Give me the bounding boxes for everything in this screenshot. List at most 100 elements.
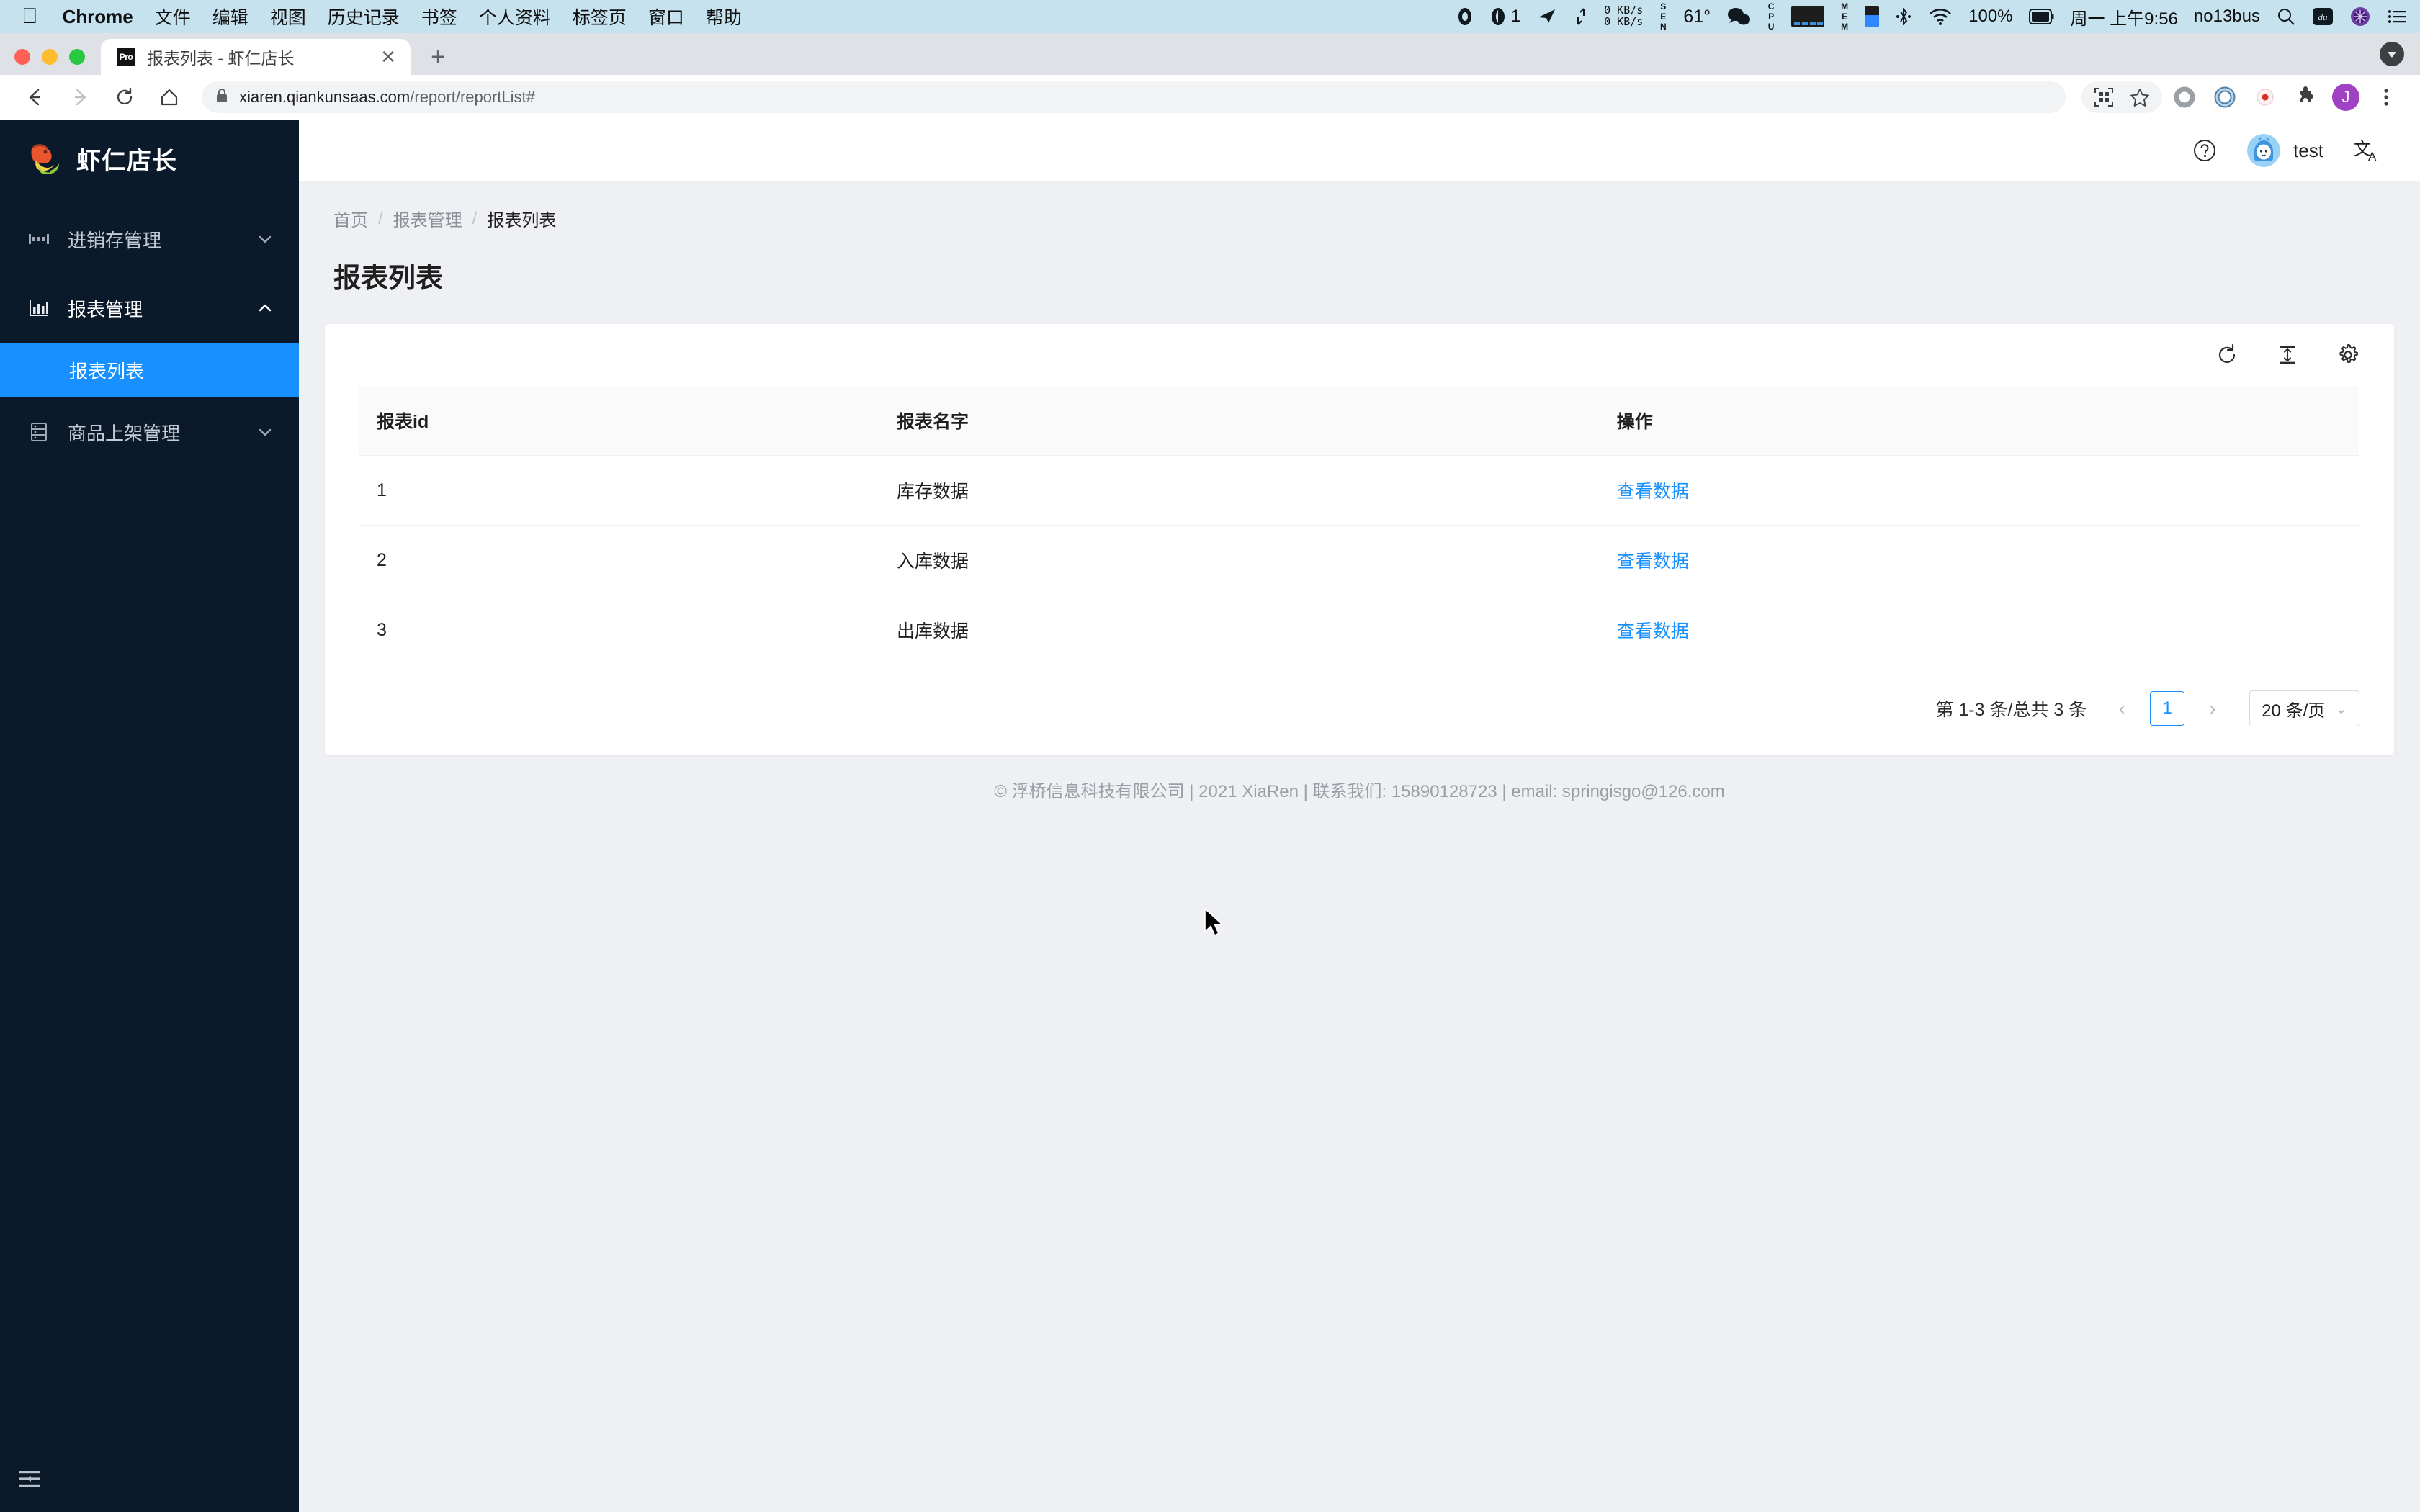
settings-gear-icon[interactable] [2334,341,2362,369]
sidebar-collapse-button[interactable] [0,1449,299,1512]
cpu-label: CPU [1766,1,1777,32]
svg-text:du: du [2318,12,2329,22]
extensions-puzzle-icon[interactable] [2287,79,2323,115]
sidebar-item-reports-label: 报表管理 [68,298,143,320]
active-app-name[interactable]: Chrome [63,6,133,28]
wechat-icon[interactable] [1726,6,1751,27]
page-footer: © 浮桥信息科技有限公司 | 2021 XiaRen | 联系我们: 15890… [994,782,1725,801]
control-center-icon[interactable] [2387,8,2407,25]
address-bar[interactable]: xiaren.qiankunsaas.com/report/reportList… [202,81,2066,113]
column-header-action[interactable]: 操作 [1599,386,2360,456]
menu-edit[interactable]: 编辑 [212,4,248,30]
breadcrumb-home[interactable]: 首页 [333,206,368,231]
battery-icon[interactable] [2028,9,2055,24]
translate-icon[interactable]: 文 A [2352,136,2381,165]
tab-title: 报表列表 - 虾仁店长 [147,49,295,68]
menu-profiles[interactable]: 个人资料 [479,4,551,30]
row-density-icon[interactable] [2273,341,2302,369]
extension-gray-circle-icon[interactable] [2166,79,2202,115]
cpu-usage-graph[interactable] [1791,6,1825,27]
spotlight-search-icon[interactable] [2276,6,2296,27]
table-row[interactable]: 2 入库数据 查看数据 [359,525,2360,595]
siri-icon[interactable] [2349,6,2371,27]
breadcrumb-separator: / [472,208,478,228]
view-data-link[interactable]: 查看数据 [1617,482,1689,502]
shield-status-icon[interactable] [1456,6,1474,27]
sidebar-nav: 进销存管理 报表管理 报表列表 商品上架管理 [0,204,299,467]
user-profile-block[interactable]: test [2247,134,2323,167]
refresh-icon[interactable] [2213,341,2241,369]
new-tab-button[interactable]: + [422,45,454,69]
view-data-link[interactable]: 查看数据 [1617,552,1689,572]
apple-logo-icon[interactable]:  [22,6,38,27]
sidebar-brand-name: 虾仁店长 [76,147,177,175]
tab-close-icon[interactable]: ✕ [376,48,400,66]
bookmark-star-icon[interactable] [2122,79,2158,115]
notification-status-icon[interactable] [1489,6,1507,27]
url-host: xiaren.qiankunsaas.com [239,88,411,106]
menu-bookmarks[interactable]: 书签 [421,4,457,30]
table-row[interactable]: 3 出库数据 查看数据 [359,595,2360,665]
baidu-netdisk-icon[interactable]: du [2312,7,2334,26]
column-header-report-name[interactable]: 报表名字 [879,386,1600,456]
sidebar-item-product-listing[interactable]: 商品上架管理 [0,397,299,467]
app-main: test 文 A 首页 / 报表管理 / 报表列表 报表列表 报表id 报表名字… [299,120,2420,1512]
chevron-down-icon[interactable] [256,230,274,248]
downloads-chevron-icon[interactable] [2380,42,2404,66]
column-header-report-id[interactable]: 报表id [359,386,880,456]
pagination-next-button[interactable]: › [2200,694,2225,723]
table-body: 1 库存数据 查看数据 2 入库数据 查看数据 3 出库数据 查看数据 [359,455,2360,665]
maximize-window-button[interactable] [69,49,85,65]
minimize-window-button[interactable] [42,49,58,65]
pagination-prev-button[interactable]: ‹ [2110,694,2134,723]
sidebar-item-inventory[interactable]: 进销存管理 [0,204,299,274]
wifi-icon[interactable] [1928,7,1953,26]
menu-window[interactable]: 窗口 [648,4,684,30]
menu-help[interactable]: 帮助 [706,4,742,30]
profile-avatar[interactable]: J [2328,79,2364,115]
table-pagination: 第 1-3 条/总共 3 条 ‹ 1 › 20 条/页 ⌄ [325,665,2394,755]
view-data-link[interactable]: 查看数据 [1617,621,1689,642]
reload-button[interactable] [105,78,144,117]
wifi-network-name[interactable]: no13bus [2194,6,2260,27]
bluetooth-icon[interactable] [1895,6,1912,27]
browser-tab-active[interactable]: Pro 报表列表 - 虾仁店长 ✕ [101,39,411,75]
breadcrumb-current: 报表列表 [487,211,557,230]
table-row[interactable]: 1 库存数据 查看数据 [359,455,2360,526]
page-size-select[interactable]: 20 条/页 ⌄ [2249,690,2360,726]
shrimp-logo-icon [22,139,60,178]
sidebar-item-reports[interactable]: 报表管理 [0,274,299,343]
sidebar-brand[interactable]: 虾仁店长 [0,120,299,197]
memory-usage-graph[interactable] [1865,6,1880,27]
network-arrows-icon[interactable] [1574,6,1588,27]
inventory-icon [27,228,50,251]
close-window-button[interactable] [14,49,30,65]
sidebar-item-report-list[interactable]: 报表列表 [0,343,299,397]
page-title: 报表列表 [333,264,444,294]
send-paperplane-icon[interactable] [1536,6,1558,27]
menu-history[interactable]: 历史记录 [328,4,400,30]
network-speed-indicator: 0 KB/s 0 KB/s [1604,4,1643,28]
menubar-clock[interactable]: 周一 上午9:56 [2071,4,2178,30]
breadcrumb-reports[interactable]: 报表管理 [393,206,462,231]
site-security-lock-icon[interactable] [215,87,229,108]
page-viewport: 虾仁店长 进销存管理 报表管理 报表列表 商品上架管理 test 文 A 首页 … [0,120,2420,1512]
table-header-row: 报表id 报表名字 操作 [359,386,2360,456]
pagination-page-1[interactable]: 1 [2150,691,2185,726]
chevron-down-icon[interactable] [256,423,274,441]
menu-view[interactable]: 视图 [270,4,306,30]
menu-fold-icon [17,1468,42,1493]
menu-file[interactable]: 文件 [155,4,191,30]
home-button[interactable] [150,78,189,117]
menu-tabs[interactable]: 标签页 [573,4,627,30]
qr-code-icon[interactable] [2086,79,2122,115]
sensor-label: SEN [1658,1,1669,32]
chrome-menu-icon[interactable] [2368,79,2404,115]
notification-count: 1 [1510,6,1521,26]
extension-blue-ring-icon[interactable] [2207,79,2243,115]
chevron-up-icon[interactable] [256,299,274,318]
forward-button[interactable] [60,78,99,117]
extension-record-icon[interactable] [2247,79,2283,115]
back-button[interactable] [16,78,55,117]
help-circle-icon[interactable] [2191,137,2218,164]
